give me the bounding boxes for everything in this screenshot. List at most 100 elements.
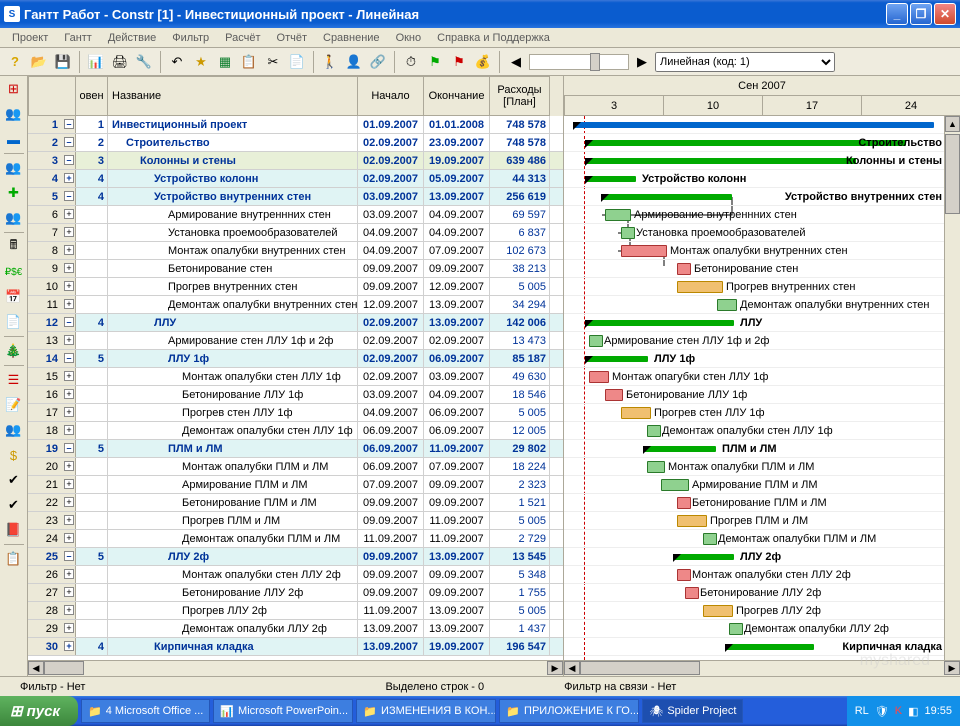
row-cost[interactable]: 142 006 xyxy=(490,314,550,331)
side-list-icon[interactable]: ☰ xyxy=(3,369,25,391)
gantt-bar[interactable] xyxy=(574,122,934,128)
star-icon[interactable]: ★ xyxy=(190,51,212,73)
gantt-bar[interactable] xyxy=(647,461,665,473)
scroll-thumb[interactable] xyxy=(44,661,84,675)
row-end[interactable]: 02.09.2007 xyxy=(424,332,490,349)
gantt-row[interactable]: Установка проемообразователей xyxy=(564,224,960,242)
row-name[interactable]: Монтаж опалубки стен ЛЛУ 2ф xyxy=(108,566,358,583)
gscroll-thumb[interactable] xyxy=(580,661,700,675)
gantt-bar[interactable] xyxy=(586,356,648,362)
row-cost[interactable]: 5 005 xyxy=(490,404,550,421)
row-cost[interactable]: 12 005 xyxy=(490,422,550,439)
row-end[interactable]: 11.09.2007 xyxy=(424,530,490,547)
clock-icon[interactable]: ⏱ xyxy=(400,51,422,73)
minimize-button[interactable]: _ xyxy=(886,3,908,25)
open-icon[interactable]: 📂 xyxy=(28,51,50,73)
expand-icon[interactable]: + xyxy=(64,515,74,525)
row-cost[interactable]: 18 546 xyxy=(490,386,550,403)
gantt-bar[interactable] xyxy=(605,389,623,401)
expand-icon[interactable]: + xyxy=(64,389,74,399)
row-end[interactable]: 09.09.2007 xyxy=(424,476,490,493)
row-index[interactable]: 26+ xyxy=(28,566,76,583)
row-cost[interactable]: 6 837 xyxy=(490,224,550,241)
row-index[interactable]: 16+ xyxy=(28,386,76,403)
row-end[interactable]: 13.09.2007 xyxy=(424,296,490,313)
row-end[interactable]: 07.09.2007 xyxy=(424,458,490,475)
expand-icon[interactable]: – xyxy=(64,551,74,561)
copy-icon[interactable]: 📋 xyxy=(238,51,260,73)
table-row[interactable]: 13+Армирование стен ЛЛУ 1ф и 2ф02.09.200… xyxy=(28,332,563,350)
row-index[interactable]: 9+ xyxy=(28,260,76,277)
row-name[interactable]: Прогрев стен ЛЛУ 1ф xyxy=(108,404,358,421)
gantt-row[interactable]: ЛЛУ 2ф xyxy=(564,548,960,566)
expand-icon[interactable]: – xyxy=(64,443,74,453)
row-index[interactable]: 8+ xyxy=(28,242,76,259)
gantt-bar[interactable] xyxy=(703,605,733,617)
expand-icon[interactable]: + xyxy=(64,533,74,543)
gantt-vscroll[interactable]: ▲ xyxy=(944,116,960,660)
gantt-row[interactable]: Армирование ПЛМ и ЛМ xyxy=(564,476,960,494)
tray-clock[interactable]: 19:55 xyxy=(924,705,952,717)
gantt-row[interactable]: Монтаж опалубки внутренних стен xyxy=(564,242,960,260)
row-start[interactable]: 02.09.2007 xyxy=(358,134,424,151)
row-index[interactable]: 29+ xyxy=(28,620,76,637)
gantt-row[interactable]: Бетонирование ЛЛУ 2ф xyxy=(564,584,960,602)
row-index[interactable]: 24+ xyxy=(28,530,76,547)
row-end[interactable]: 19.09.2007 xyxy=(424,152,490,169)
expand-icon[interactable]: – xyxy=(64,155,74,165)
row-index[interactable]: 2– xyxy=(28,134,76,151)
row-start[interactable]: 02.09.2007 xyxy=(358,170,424,187)
gantt-bar[interactable] xyxy=(621,407,651,419)
row-start[interactable]: 04.09.2007 xyxy=(358,224,424,241)
row-end[interactable]: 13.09.2007 xyxy=(424,188,490,205)
expand-icon[interactable]: + xyxy=(64,641,74,651)
side-calendar-icon[interactable]: 📅 xyxy=(3,286,25,308)
table-row[interactable]: 28+Прогрев ЛЛУ 2ф11.09.200713.09.20075 0… xyxy=(28,602,563,620)
table-row[interactable]: 1–1Инвестиционный проект01.09.200701.01.… xyxy=(28,116,563,134)
row-start[interactable]: 03.09.2007 xyxy=(358,386,424,403)
row-cost[interactable]: 102 673 xyxy=(490,242,550,259)
menu-Отчёт[interactable]: Отчёт xyxy=(269,32,315,44)
row-cost[interactable]: 34 294 xyxy=(490,296,550,313)
gantt-row[interactable]: Армирование стен ЛЛУ 1ф и 2ф xyxy=(564,332,960,350)
row-cost[interactable]: 29 802 xyxy=(490,440,550,457)
expand-icon[interactable]: + xyxy=(64,407,74,417)
table-row[interactable]: 29+Демонтаж опалубки ЛЛУ 2ф13.09.200713.… xyxy=(28,620,563,638)
row-end[interactable]: 13.09.2007 xyxy=(424,314,490,331)
table-row[interactable]: 2–2Строительство02.09.200723.09.2007748 … xyxy=(28,134,563,152)
row-end[interactable]: 09.09.2007 xyxy=(424,584,490,601)
row-name[interactable]: ЛЛУ xyxy=(108,314,358,331)
row-cost[interactable]: 18 224 xyxy=(490,458,550,475)
menu-Справка и Поддержка[interactable]: Справка и Поддержка xyxy=(429,32,558,44)
zoom-slider[interactable] xyxy=(529,54,629,70)
table-row[interactable]: 27+Бетонирование ЛЛУ 2ф09.09.200709.09.2… xyxy=(28,584,563,602)
row-name[interactable]: Строительство xyxy=(108,134,358,151)
gantt-bar[interactable] xyxy=(644,446,716,452)
row-index[interactable]: 10+ xyxy=(28,278,76,295)
row-name[interactable]: ПЛМ и ЛМ xyxy=(108,440,358,457)
taskbar-task[interactable]: 📁ИЗМЕНЕНИЯ В КОН... xyxy=(356,699,496,723)
row-cost[interactable]: 1 437 xyxy=(490,620,550,637)
row-start[interactable]: 11.09.2007 xyxy=(358,530,424,547)
row-start[interactable]: 02.09.2007 xyxy=(358,350,424,367)
table-row[interactable]: 30+4Кирпичная кладка13.09.200719.09.2007… xyxy=(28,638,563,656)
row-start[interactable]: 06.09.2007 xyxy=(358,422,424,439)
row-cost[interactable]: 5 005 xyxy=(490,602,550,619)
expand-icon[interactable]: + xyxy=(64,569,74,579)
row-end[interactable]: 11.09.2007 xyxy=(424,512,490,529)
gantt-row[interactable]: Прогрев ПЛМ и ЛМ xyxy=(564,512,960,530)
gantt-bar[interactable] xyxy=(621,245,667,257)
resource-icon[interactable]: 👤 xyxy=(343,51,365,73)
gantt-bar[interactable] xyxy=(605,209,631,221)
gantt-row[interactable]: Бетонирование ПЛМ и ЛМ xyxy=(564,494,960,512)
side-doc-icon[interactable]: 📄 xyxy=(3,311,25,333)
tray-k-icon[interactable]: K xyxy=(895,705,902,717)
expand-icon[interactable]: + xyxy=(64,497,74,507)
row-index[interactable]: 20+ xyxy=(28,458,76,475)
row-start[interactable]: 09.09.2007 xyxy=(358,260,424,277)
row-cost[interactable]: 44 313 xyxy=(490,170,550,187)
row-name[interactable]: Бетонирование ПЛМ и ЛМ xyxy=(108,494,358,511)
row-end[interactable]: 23.09.2007 xyxy=(424,134,490,151)
gantt-row[interactable]: Демонтаж опалубки ПЛМ и ЛМ xyxy=(564,530,960,548)
table-row[interactable]: 14–5ЛЛУ 1ф02.09.200706.09.200785 187 xyxy=(28,350,563,368)
